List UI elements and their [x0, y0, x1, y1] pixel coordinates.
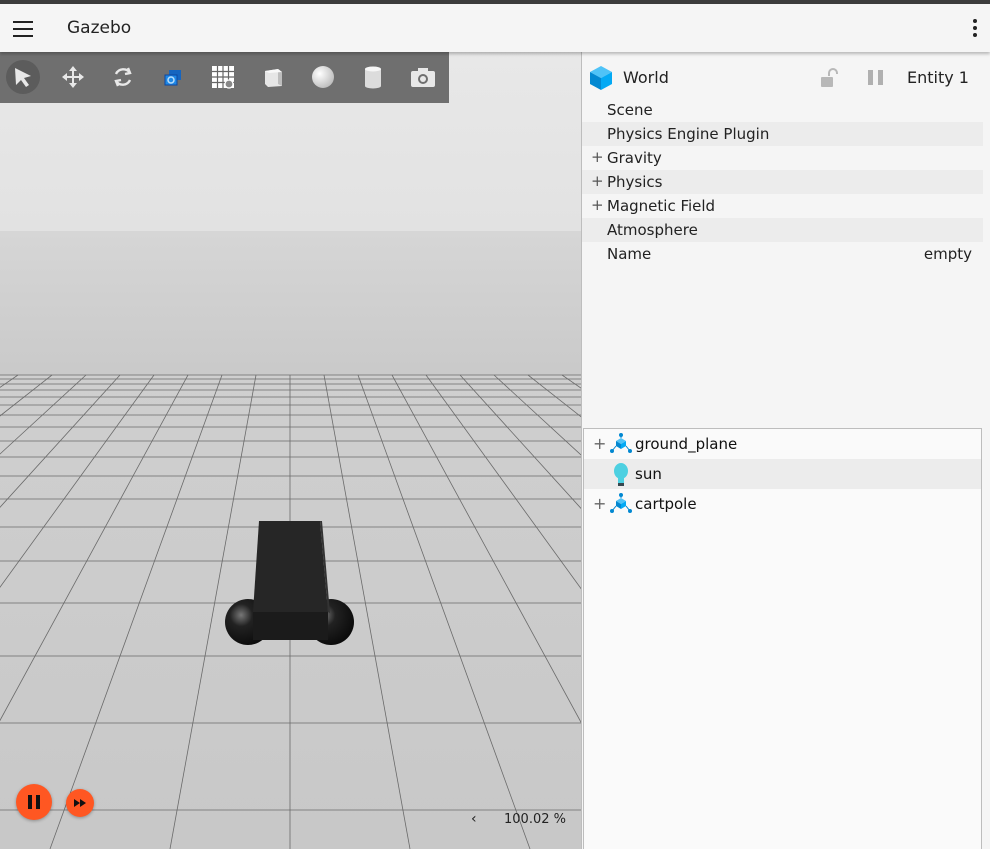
step-forward-button[interactable]	[66, 789, 94, 817]
sphere-icon[interactable]	[306, 60, 340, 94]
inspector-row-atmosphere[interactable]: Atmosphere	[582, 218, 983, 242]
app-bar: Gazebo	[0, 4, 990, 52]
scene-viewport[interactable]	[0, 52, 581, 849]
inspector-row-name[interactable]: Name empty	[582, 242, 983, 266]
pause-button[interactable]	[16, 784, 52, 820]
expand-icon[interactable]: +	[591, 196, 604, 214]
scene-toolbar	[0, 52, 449, 103]
pause-updates-icon[interactable]	[868, 70, 888, 86]
transform-control-icon[interactable]	[156, 60, 190, 94]
entity-tree: + ground_plane sun + cartpole	[583, 428, 982, 849]
row-label: Physics Engine Plugin	[607, 125, 770, 143]
light-bulb-icon	[614, 463, 628, 486]
row-label: Scene	[607, 101, 653, 119]
row-label: Physics	[607, 173, 663, 191]
cylinder-icon[interactable]	[356, 60, 390, 94]
model-icon	[610, 493, 632, 513]
fast-forward-icon	[74, 799, 86, 807]
model-icon	[610, 433, 632, 453]
select-arrow-icon[interactable]	[6, 60, 40, 94]
camera-icon[interactable]	[406, 60, 440, 94]
translate-icon[interactable]	[56, 60, 90, 94]
expand-icon[interactable]: +	[591, 172, 604, 190]
entity-id-label: Entity 1	[907, 68, 969, 87]
tree-item-ground-plane[interactable]: + ground_plane	[584, 429, 981, 459]
more-options-icon[interactable]	[968, 19, 982, 41]
row-label: Magnetic Field	[607, 197, 716, 215]
tree-item-label: sun	[635, 465, 662, 483]
inspector-row-physics-engine-plugin[interactable]: Physics Engine Plugin	[582, 122, 983, 146]
rtf-collapse-icon[interactable]: ‹	[471, 811, 477, 827]
row-label: Name	[607, 245, 652, 263]
component-inspector: World Entity 1 Scene Physics Engine Plug…	[582, 52, 990, 426]
expand-icon[interactable]: +	[591, 148, 604, 166]
grid-snap-icon[interactable]	[206, 60, 240, 94]
inspector-row-physics[interactable]: + Physics	[582, 170, 983, 194]
menu-icon[interactable]	[13, 21, 33, 37]
tree-item-label: ground_plane	[635, 435, 738, 453]
inspector-header: World Entity 1	[582, 62, 990, 94]
tree-item-cartpole[interactable]: + cartpole	[584, 489, 981, 519]
app-title: Gazebo	[67, 18, 132, 38]
world-cube-icon	[590, 66, 612, 90]
inspector-row-scene[interactable]: Scene	[582, 98, 983, 122]
scene-3d-render[interactable]	[0, 52, 581, 849]
unlock-icon[interactable]	[820, 68, 838, 88]
rotate-icon[interactable]	[106, 60, 140, 94]
real-time-factor: 100.02 %	[504, 812, 566, 827]
box-icon[interactable]	[256, 60, 290, 94]
tree-item-label: cartpole	[635, 495, 697, 513]
row-label: Atmosphere	[607, 221, 698, 239]
expand-icon[interactable]: +	[593, 434, 606, 453]
inspector-title: World	[623, 68, 669, 87]
tree-item-sun[interactable]: sun	[584, 459, 981, 489]
expand-icon[interactable]: +	[593, 494, 606, 513]
inspector-row-gravity[interactable]: + Gravity	[582, 146, 983, 170]
inspector-row-magnetic-field[interactable]: + Magnetic Field	[582, 194, 983, 218]
world-name-value[interactable]: empty	[924, 245, 972, 263]
row-label: Gravity	[607, 149, 662, 167]
